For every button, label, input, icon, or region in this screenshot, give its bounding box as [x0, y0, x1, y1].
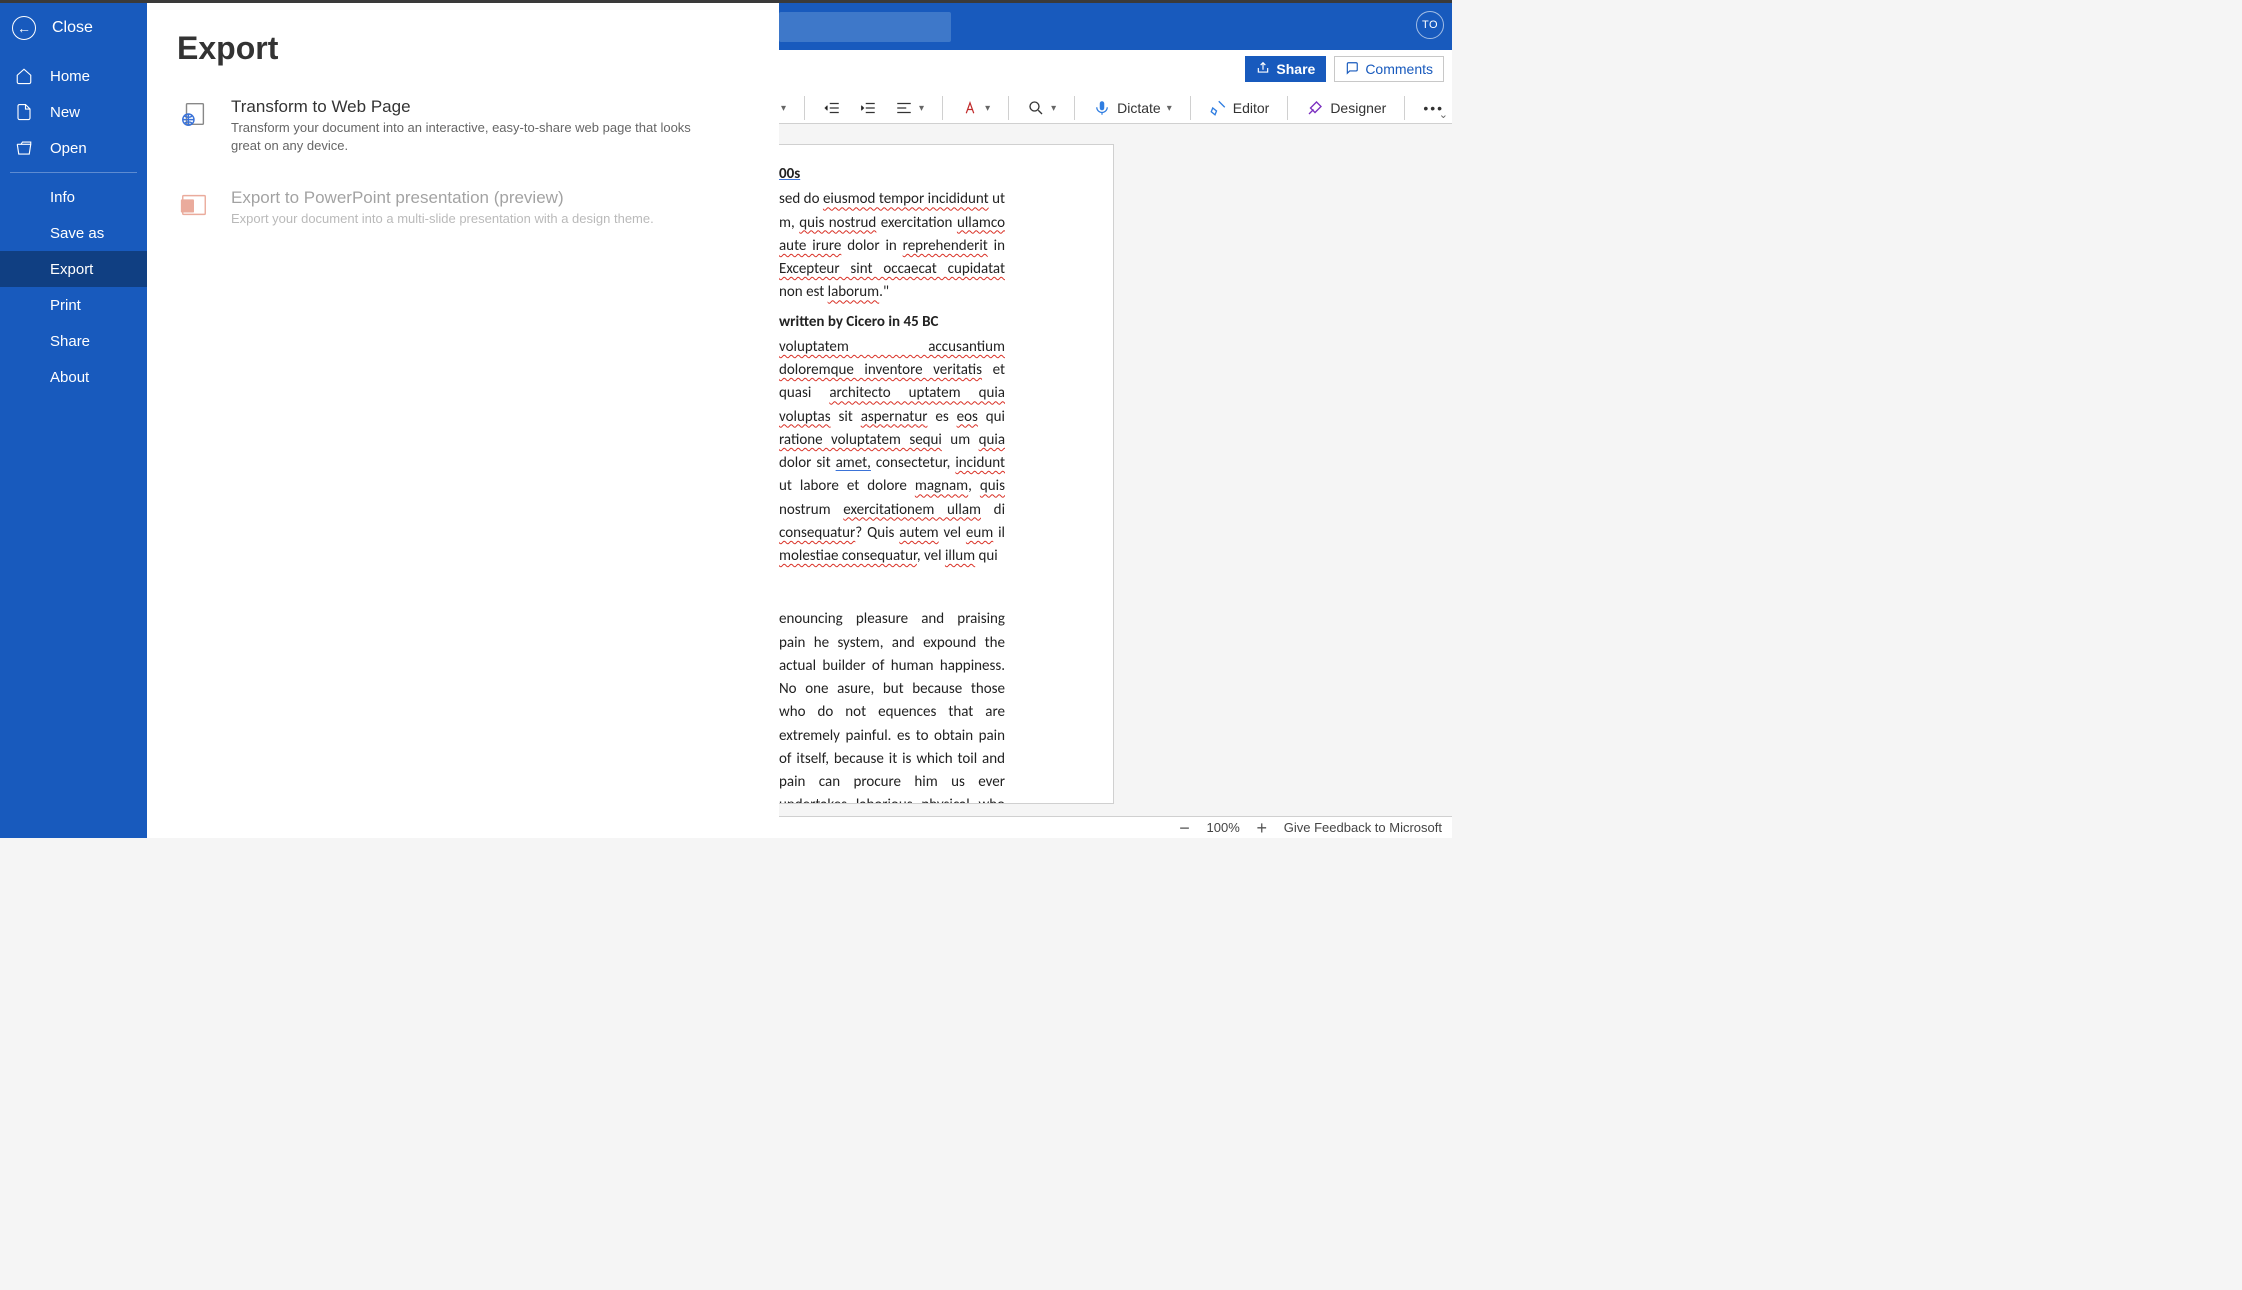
nav-label: Save as — [50, 225, 104, 242]
chevron-down-icon: ▾ — [985, 103, 990, 114]
chevron-down-icon: ▾ — [1167, 103, 1172, 114]
nav-print[interactable]: Print — [0, 287, 147, 323]
nav-label: Share — [50, 333, 90, 350]
separator — [1404, 96, 1405, 120]
document-page[interactable]: 00s sed do eiusmod tempor incididunt ut … — [779, 144, 1114, 804]
nav-export-selected[interactable]: Export — [0, 251, 147, 287]
nav-label: About — [50, 369, 89, 386]
nav-about[interactable]: About — [0, 359, 147, 395]
nav-label: New — [50, 104, 80, 121]
zoom-in-button[interactable]: + — [1254, 820, 1270, 836]
svg-text:P: P — [184, 202, 190, 212]
find-button[interactable]: ▾ — [1027, 99, 1056, 117]
back-arrow-icon: ← — [12, 16, 36, 40]
export-powerpoint-preview-disabled: P Export to PowerPoint presentation (pre… — [177, 188, 749, 228]
separator — [804, 96, 805, 120]
nav-home[interactable]: Home — [0, 58, 147, 94]
page-title: Export — [177, 30, 749, 67]
nav-label: Open — [50, 140, 87, 157]
increase-indent-button[interactable] — [859, 99, 877, 117]
export-transform-web-page[interactable]: Transform to Web Page Transform your doc… — [177, 97, 749, 154]
styles-button[interactable]: ▾ — [961, 99, 990, 117]
search-box-placeholder[interactable] — [779, 12, 951, 42]
nav-saveas[interactable]: Save as — [0, 215, 147, 251]
account-avatar[interactable]: TO — [1416, 11, 1444, 39]
nav-label: Home — [50, 68, 90, 85]
editor-button[interactable]: Editor — [1209, 99, 1270, 117]
zoom-level[interactable]: 100% — [1207, 820, 1240, 835]
powerpoint-icon: P — [177, 188, 211, 222]
option-title: Transform to Web Page — [231, 97, 711, 117]
share-label: Share — [1276, 61, 1315, 77]
dropdown-caret[interactable]: ▾ — [781, 103, 786, 114]
separator — [942, 96, 943, 120]
align-button[interactable]: ▾ — [895, 99, 924, 117]
document-text: 00s sed do eiusmod tempor incididunt ut … — [779, 145, 1019, 804]
share-icon — [1256, 61, 1270, 78]
designer-label: Designer — [1330, 100, 1386, 116]
option-description: Transform your document into an interact… — [231, 119, 711, 154]
nav-open[interactable]: Open — [0, 130, 147, 166]
chevron-down-icon: ▾ — [919, 103, 924, 114]
nav-label: Info — [50, 189, 75, 206]
separator — [1008, 96, 1009, 120]
new-file-icon — [14, 102, 34, 122]
nav-info[interactable]: Info — [0, 179, 147, 215]
ribbon: Share Comments ▾ ▾ ▾ ▾ — [779, 50, 1452, 124]
comments-label: Comments — [1365, 61, 1433, 77]
collapse-ribbon-icon[interactable]: ⌄ — [1439, 108, 1448, 121]
editor-label: Editor — [1233, 100, 1270, 116]
nav-label: Export — [50, 261, 93, 278]
backstage-content-panel: Export Transform to Web Page Transform y… — [147, 2, 779, 838]
web-page-icon — [177, 97, 211, 131]
option-description: Export your document into a multi-slide … — [231, 210, 654, 228]
open-folder-icon — [14, 138, 34, 158]
nav-share[interactable]: Share — [0, 323, 147, 359]
decrease-indent-button[interactable] — [823, 99, 841, 117]
nav-label: Print — [50, 297, 81, 314]
separator — [1190, 96, 1191, 120]
window-top-border — [0, 0, 1452, 3]
chevron-down-icon: ▾ — [1051, 103, 1056, 114]
home-icon — [14, 66, 34, 86]
feedback-link[interactable]: Give Feedback to Microsoft — [1284, 820, 1442, 835]
dictate-button[interactable]: Dictate ▾ — [1093, 99, 1172, 117]
comments-button[interactable]: Comments — [1334, 56, 1444, 82]
separator — [1074, 96, 1075, 120]
zoom-out-button[interactable]: − — [1177, 820, 1193, 836]
option-title: Export to PowerPoint presentation (previ… — [231, 188, 654, 208]
nav-divider — [10, 172, 137, 173]
dictate-label: Dictate — [1117, 100, 1161, 116]
nav-new[interactable]: New — [0, 94, 147, 130]
comment-icon — [1345, 61, 1359, 78]
backstage-sidebar: ← Close Home New Open Info Save as Expor… — [0, 2, 147, 838]
designer-button[interactable]: Designer — [1306, 99, 1386, 117]
separator — [1287, 96, 1288, 120]
close-label: Close — [52, 19, 93, 37]
share-button[interactable]: Share — [1245, 56, 1326, 82]
close-backstage-button[interactable]: ← Close — [0, 2, 147, 54]
